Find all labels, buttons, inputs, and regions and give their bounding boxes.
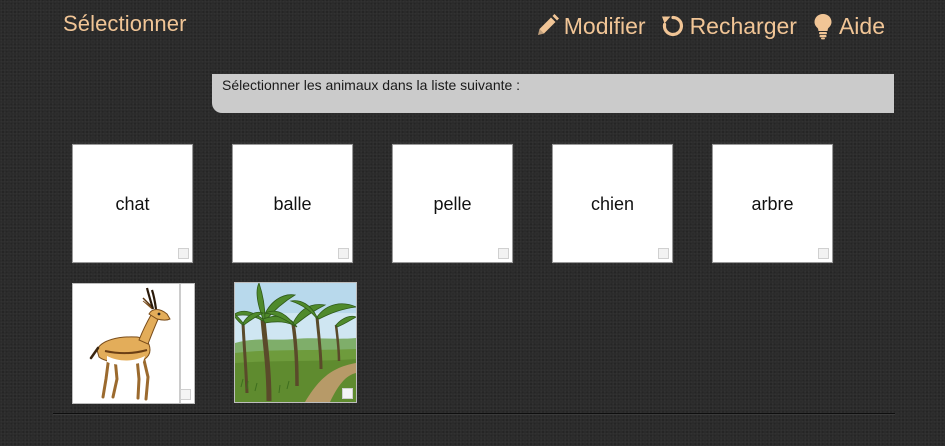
card-checkbox[interactable] xyxy=(338,248,349,259)
help-button[interactable]: Aide xyxy=(811,12,885,40)
image-card-palm-forest[interactable] xyxy=(234,282,357,403)
word-card-label: balle xyxy=(273,194,312,214)
modify-button[interactable]: Modifier xyxy=(534,13,646,40)
image-card-gazelle[interactable] xyxy=(72,283,195,404)
pencil-icon xyxy=(537,14,559,35)
word-card-arbre[interactable]: arbre xyxy=(712,144,833,263)
word-card-chien[interactable]: chien xyxy=(552,144,673,263)
word-card-label: pelle xyxy=(433,194,472,214)
word-card-chat[interactable]: chat xyxy=(72,144,193,263)
help-label: Aide xyxy=(838,12,885,39)
word-card-balle[interactable]: balle xyxy=(232,144,353,263)
gazelle-image xyxy=(73,284,194,403)
card-checkbox[interactable] xyxy=(498,248,509,259)
word-card-pelle[interactable]: pelle xyxy=(392,144,513,263)
page-title: Sélectionner xyxy=(63,11,187,36)
divider xyxy=(53,413,895,415)
palm-forest-image xyxy=(235,283,356,402)
card-checkbox[interactable] xyxy=(180,389,191,400)
reload-label: Recharger xyxy=(689,12,797,39)
card-checkbox[interactable] xyxy=(342,388,353,399)
toolbar: Modifier Recharger Aide xyxy=(534,10,885,42)
modify-label: Modifier xyxy=(563,12,646,39)
card-checkbox[interactable] xyxy=(178,248,189,259)
card-checkbox[interactable] xyxy=(818,248,829,259)
word-card-label: arbre xyxy=(751,194,794,214)
reload-icon xyxy=(661,15,683,37)
instruction-box: Sélectionner les animaux dans la liste s… xyxy=(212,74,894,113)
word-card-label: chien xyxy=(590,194,635,214)
lightbulb-icon xyxy=(814,14,832,40)
card-checkbox[interactable] xyxy=(658,248,669,259)
reload-button[interactable]: Recharger xyxy=(660,13,797,40)
word-card-label: chat xyxy=(115,194,150,214)
